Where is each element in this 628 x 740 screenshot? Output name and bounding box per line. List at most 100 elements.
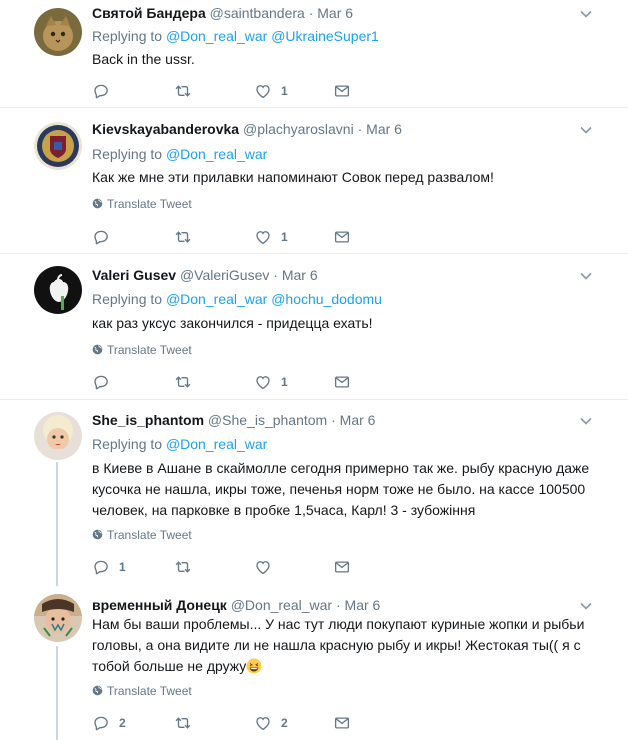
heart-icon [254,558,272,576]
retweet-button[interactable] [174,713,201,733]
tweet-1[interactable]: Святой Бандера @saintbandera · Mar 6 Rep… [0,0,628,108]
replying-to: Replying to @Don_real_war @hochu_dodomu [92,290,382,308]
reply-count: 1 [119,560,126,574]
tweet-date[interactable]: Mar 6 [345,597,381,613]
mention-link[interactable]: @hochu_dodomu [271,291,382,307]
retweet-icon [174,82,192,100]
tweet-2[interactable]: Kievskayabanderovka @plachyaroslavni · M… [0,108,628,254]
username[interactable]: @Don_real_war [231,597,332,613]
retweet-button[interactable] [174,372,201,392]
mention-link[interactable]: @Don_real_war [166,28,267,44]
envelope-icon [333,373,351,391]
tweet-actions: 2 2 [92,713,372,733]
replying-to: Replying to @Don_real_war [92,435,267,453]
retweet-button[interactable] [174,227,201,247]
tweet-date[interactable]: Mar 6 [282,267,318,283]
direct-message-button[interactable] [333,557,351,577]
avatar-she-is-phantom[interactable] [34,412,82,460]
chevron-down-icon[interactable] [580,126,592,134]
username[interactable]: @She_is_phantom [208,412,327,428]
like-button[interactable]: 1 [254,227,288,247]
replying-to: Replying to @Don_real_war @UkraineSuper1 [92,27,379,45]
separator-dot: · [308,5,314,21]
tweet-text: в Киеве в Ашане в скаймолле сегодня прим… [92,460,590,518]
direct-message-button[interactable] [333,81,351,101]
retweet-icon [174,373,192,391]
speech-bubble-icon [92,373,110,391]
like-count: 1 [281,84,288,98]
speech-bubble-icon [92,82,110,100]
username[interactable]: @ValeriGusev [180,267,269,283]
mention-link[interactable]: @Don_real_war [166,146,267,162]
display-name[interactable]: She_is_phantom [92,412,204,428]
envelope-icon [333,82,351,100]
mention-link[interactable]: @UkraineSuper1 [271,28,379,44]
tweet-date[interactable]: Mar 6 [317,5,353,21]
tweet-text: Нам бы ваши проблемы... У нас тут люди п… [92,614,612,677]
display-name[interactable]: Святой Бандера [92,5,206,21]
reply-button[interactable]: 1 [92,557,126,577]
display-name[interactable]: Valeri Gusev [92,267,176,283]
replying-label: Replying to [92,28,163,44]
like-count: 2 [281,716,288,730]
tweet-actions: 1 [92,557,372,577]
tweet-5[interactable]: временный Донецк @Don_real_war · Mar 6 Н… [0,586,628,740]
avatar-saintbandera[interactable] [34,8,82,56]
tweet-actions: 1 [92,372,372,392]
tweet-3[interactable]: Valeri Gusev @ValeriGusev · Mar 6 Replyi… [0,254,628,400]
like-count: 1 [281,375,288,389]
tweet-date[interactable]: Mar 6 [366,121,402,137]
translate-link[interactable]: Translate Tweet [92,197,192,211]
like-button[interactable]: 1 [254,372,288,392]
translate-link[interactable]: Translate Tweet [92,528,192,542]
translate-label: Translate Tweet [107,197,192,211]
tweet-header: Святой Бандера @saintbandera · Mar 6 [92,4,353,22]
display-name[interactable]: Kievskayabanderovka [92,121,239,137]
tweet-text-body: Нам бы ваши проблемы... У нас тут люди п… [92,616,585,674]
direct-message-button[interactable] [333,227,351,247]
avatar-don-real-war[interactable] [34,594,82,642]
heart-icon [254,82,272,100]
translate-label: Translate Tweet [107,343,192,357]
like-button[interactable]: 1 [254,81,288,101]
avatar-valerigusev[interactable] [34,266,82,314]
reply-count: 2 [119,716,126,730]
chevron-down-icon[interactable] [580,272,592,280]
envelope-icon [333,228,351,246]
speech-bubble-icon [92,228,110,246]
chevron-down-icon[interactable] [580,10,592,18]
tweet-date[interactable]: Mar 6 [340,412,376,428]
thread-line [56,462,58,586]
direct-message-button[interactable] [333,372,351,392]
tweet-header: She_is_phantom @She_is_phantom · Mar 6 [92,411,375,429]
chevron-down-icon[interactable] [580,602,592,610]
retweet-button[interactable] [174,81,201,101]
translate-link[interactable]: Translate Tweet [92,684,192,698]
globe-icon [92,529,103,540]
translate-link[interactable]: Translate Tweet [92,343,192,357]
mention-link[interactable]: @Don_real_war [166,436,267,452]
globe-icon [92,198,103,209]
username[interactable]: @saintbandera [210,5,305,21]
tweet-4[interactable]: She_is_phantom @She_is_phantom · Mar 6 R… [0,400,628,586]
heart-icon [254,714,272,732]
username[interactable]: @plachyaroslavni [243,121,354,137]
translate-label: Translate Tweet [107,528,192,542]
like-button[interactable]: 2 [254,713,288,733]
tweet-actions: 1 [92,227,372,247]
chevron-down-icon[interactable] [580,417,592,425]
reply-button[interactable] [92,227,119,247]
reply-button[interactable] [92,81,119,101]
direct-message-button[interactable] [333,713,351,733]
speech-bubble-icon [92,714,110,732]
mention-link[interactable]: @Don_real_war [166,291,267,307]
tweet-header: Valeri Gusev @ValeriGusev · Mar 6 [92,266,318,284]
tweet-text: Как же мне эти прилавки напоминают Совок… [92,169,494,185]
reply-button[interactable] [92,372,119,392]
avatar-plachyaroslavni[interactable] [34,122,82,170]
display-name[interactable]: временный Донецк [92,597,227,613]
reply-button[interactable]: 2 [92,713,126,733]
like-button[interactable] [254,557,281,577]
retweet-button[interactable] [174,557,201,577]
replying-label: Replying to [92,436,163,452]
